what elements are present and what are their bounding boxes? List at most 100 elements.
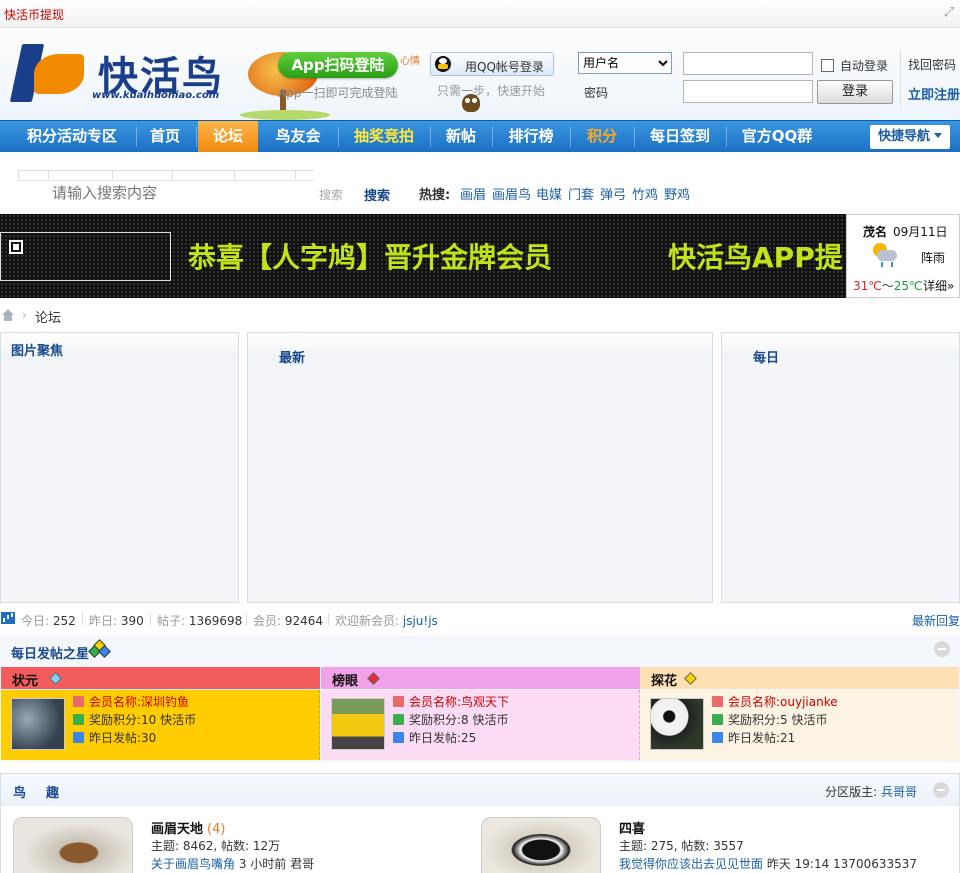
search-input[interactable] bbox=[18, 180, 314, 204]
collapse-icon[interactable] bbox=[933, 782, 949, 798]
forum-stats: 今日: 252 昨日: 390 帖子: 1369698 会员: 92464 欢迎… bbox=[0, 609, 960, 629]
board-thumbnail[interactable] bbox=[481, 817, 601, 873]
home-icon[interactable] bbox=[1, 309, 15, 321]
latest-replies-link[interactable]: 最新回复 bbox=[912, 612, 960, 629]
fish-photo[interactable] bbox=[11, 698, 65, 750]
breadcrumb-current[interactable]: 论坛 bbox=[35, 307, 61, 326]
find-password-link[interactable]: 找回密码 bbox=[908, 56, 956, 73]
daily-post-star-section: 每日发帖之星 状元 会员名称:深圳钓鱼 奖励积分:10 快活币 昨日发帖:30 … bbox=[0, 636, 960, 762]
board-name-link[interactable]: 画眉天地 (4) bbox=[151, 818, 225, 837]
nav-divider bbox=[634, 127, 635, 147]
panel-title: 图片聚焦 bbox=[11, 344, 64, 359]
nav-points[interactable]: 积分 bbox=[576, 121, 628, 152]
reward-icon bbox=[73, 714, 84, 725]
last-post-link[interactable]: 关于画眉鸟嘴角 bbox=[151, 857, 235, 871]
gems-icon bbox=[88, 639, 111, 659]
category-moderator: 分区版主: 兵哥哥 bbox=[825, 783, 917, 800]
qq-login-hint: 只需一步，快速开始 bbox=[437, 84, 546, 98]
stat-label: 帖子: bbox=[157, 614, 189, 628]
temp-high: 31℃ bbox=[853, 279, 882, 293]
diamond-icon bbox=[367, 672, 380, 685]
bar-chart-icon bbox=[1, 612, 15, 624]
stat-posts: 帖子: 1369698 bbox=[157, 612, 242, 629]
weather-widget[interactable]: 茂名 09月11日 阵雨 31℃～25℃ 详细» bbox=[846, 214, 960, 298]
reward-text: 奖励积分:10 快活币 bbox=[89, 713, 197, 727]
board-sixi: 四喜 主题: 275, 帖数: 3557 我觉得你应该出去见见世面 昨天 19:… bbox=[481, 817, 941, 873]
board-thumbnail[interactable] bbox=[13, 817, 133, 873]
panel-title[interactable]: 每日 bbox=[753, 347, 779, 366]
main-nav: 积分活动专区 首页 论坛 鸟友会 抽奖竞拍 新帖 排行榜 积分 每日签到 官方Q… bbox=[0, 120, 960, 152]
board-stats: 主题: 275, 帖数: 3557 bbox=[619, 839, 744, 853]
yesterday-posts-line: 昨日发帖:30 bbox=[73, 729, 156, 746]
nav-divider bbox=[570, 127, 571, 147]
nav-points-activity[interactable]: 积分活动专区 bbox=[14, 121, 130, 152]
marquee-message[interactable]: 快活鸟APP提 bbox=[668, 236, 843, 276]
nav-new-posts[interactable]: 新帖 bbox=[436, 121, 486, 152]
coin-withdraw-link[interactable]: 快活币提现 bbox=[4, 6, 64, 23]
stat-divider bbox=[150, 613, 151, 625]
category-title[interactable]: 鸟趣 bbox=[13, 782, 79, 801]
qq-login-button[interactable]: 用QQ帐号登录 bbox=[430, 52, 554, 76]
nav-forum[interactable]: 论坛 bbox=[198, 121, 258, 152]
member-name-link[interactable]: 会员名称:鸟观天下 bbox=[409, 695, 509, 709]
search-type-select[interactable]: 搜索 bbox=[319, 186, 343, 203]
forum-category-bird-fun: 鸟趣 分区版主: 兵哥哥 画眉天地 (4) 主题: 8462, 帖数: 12万 关… bbox=[0, 773, 960, 873]
register-link[interactable]: 立即注册 bbox=[908, 84, 960, 103]
password-input[interactable] bbox=[683, 80, 813, 103]
last-post-link[interactable]: 我觉得你应该出去见见世面 bbox=[619, 857, 763, 871]
username-input[interactable] bbox=[683, 52, 813, 75]
login-type-select[interactable]: 用户名 bbox=[578, 52, 672, 74]
newest-member-link[interactable]: jsju!js bbox=[403, 614, 438, 628]
login-button[interactable]: 登录 bbox=[817, 80, 893, 104]
hot-search-link[interactable]: 竹鸡 bbox=[632, 184, 658, 203]
nav-ranking[interactable]: 排行榜 bbox=[498, 121, 564, 152]
hot-search-link[interactable]: 弹弓 bbox=[600, 184, 626, 203]
marquee-message[interactable]: 恭喜【人字鸠】晋升金牌会员 bbox=[188, 236, 552, 276]
fullscreen-icon[interactable]: ⤢ bbox=[942, 6, 956, 20]
member-name-link[interactable]: 会员名称:深圳钓鱼 bbox=[89, 695, 189, 709]
last-post-meta: 昨天 19:14 13700633537 bbox=[763, 857, 918, 871]
quick-nav-dropdown[interactable]: 快捷导航 bbox=[870, 125, 950, 149]
star-runner-up: 榜眼 会员名称:鸟观天下 奖励积分:8 快活币 昨日发帖:25 bbox=[321, 667, 640, 760]
hot-search-link[interactable]: 门套 bbox=[568, 184, 594, 203]
caret-down-icon bbox=[934, 133, 942, 138]
nav-bird-club[interactable]: 鸟友会 bbox=[266, 121, 330, 152]
latest-posts-panel: 最新 bbox=[247, 332, 713, 603]
temp-low: 25℃ bbox=[893, 279, 923, 293]
member-name-line: 会员名称:深圳钓鱼 bbox=[73, 693, 189, 710]
yellow-truck-photo[interactable] bbox=[331, 698, 385, 750]
stat-today: 今日: 252 bbox=[21, 612, 76, 629]
stat-label: 欢迎新会员: bbox=[335, 614, 403, 628]
nav-daily-signin[interactable]: 每日签到 bbox=[640, 121, 720, 152]
panda-photo[interactable] bbox=[650, 698, 704, 750]
rank-title: 探花 bbox=[651, 674, 678, 689]
stat-value: 92464 bbox=[284, 614, 324, 628]
app-scan-promo: App扫码登陆 心情 App一扫即可完成登陆 bbox=[240, 48, 425, 120]
app-scan-login-button[interactable]: App扫码登陆 bbox=[278, 52, 398, 78]
auto-login-label: 自动登录 bbox=[840, 59, 889, 73]
hot-search-link[interactable]: 画眉鸟 bbox=[492, 184, 531, 203]
weather-detail-link[interactable]: 详细» bbox=[923, 277, 954, 294]
moderator-link[interactable]: 兵哥哥 bbox=[881, 785, 917, 799]
nav-home[interactable]: 首页 bbox=[140, 121, 190, 152]
nav-qq-group[interactable]: 官方QQ群 bbox=[732, 121, 822, 152]
weather-condition: 阵雨 bbox=[921, 251, 946, 265]
auto-login-checkbox[interactable]: 自动登录 bbox=[821, 57, 888, 74]
diamond-icon bbox=[49, 672, 62, 685]
member-name-link[interactable]: 会员名称:ouyjianke bbox=[728, 695, 838, 709]
board-name-link[interactable]: 四喜 bbox=[619, 818, 649, 837]
nav-lottery[interactable]: 抽奖竞拍 bbox=[344, 121, 424, 152]
rank-title: 状元 bbox=[12, 674, 39, 689]
panel-title[interactable]: 最新 bbox=[279, 347, 305, 366]
hot-search-link[interactable]: 电媒 bbox=[536, 184, 562, 203]
posts-icon bbox=[712, 732, 723, 743]
search-button[interactable]: 搜索 bbox=[364, 185, 390, 204]
checkbox-icon bbox=[821, 59, 834, 72]
hot-search-link[interactable]: 画眉 bbox=[460, 184, 486, 203]
board-last-post: 关于画眉鸟嘴角 3 小时前 君哥 bbox=[151, 855, 314, 872]
member-name-line: 会员名称:ouyjianke bbox=[712, 693, 838, 710]
collapse-icon[interactable] bbox=[934, 641, 950, 657]
site-logo[interactable]: 快活鸟 www.kuaihuoniao.com bbox=[9, 40, 227, 106]
hot-search-link[interactable]: 野鸡 bbox=[664, 184, 690, 203]
qq-penguin-icon bbox=[435, 56, 451, 72]
